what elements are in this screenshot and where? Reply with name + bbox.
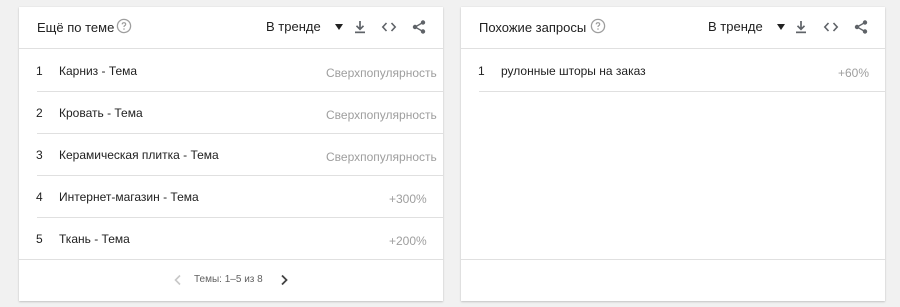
item-label: Керамическая плитка - Тема xyxy=(59,148,219,162)
pagination-label: Темы: 1–5 из 8 xyxy=(194,274,263,285)
list-item[interactable]: 2 Кровать - Тема Сверхпопулярность xyxy=(19,91,443,133)
trend-filter-dropdown[interactable]: В тренде xyxy=(266,19,343,34)
list-item[interactable]: 3 Керамическая плитка - Тема Сверхпопуля… xyxy=(19,133,443,175)
card-footer xyxy=(461,259,885,301)
download-icon[interactable] xyxy=(793,19,809,35)
help-icon[interactable] xyxy=(116,18,132,34)
item-value: +200% xyxy=(389,234,427,248)
trend-filter-dropdown[interactable]: В тренде xyxy=(708,19,785,34)
share-icon[interactable] xyxy=(411,19,427,35)
caret-down-icon xyxy=(776,23,785,30)
dropdown-label: В тренде xyxy=(266,19,321,34)
chevron-left-icon[interactable] xyxy=(171,273,185,287)
embed-icon[interactable] xyxy=(381,19,397,35)
card-header: Ещё по теме В тренде xyxy=(19,7,443,49)
item-rank: 5 xyxy=(36,232,43,246)
item-label: Интернет-магазин - Тема xyxy=(59,190,199,204)
card-footer: Темы: 1–5 из 8 xyxy=(19,259,443,301)
item-label: Карниз - Тема xyxy=(59,64,138,78)
caret-down-icon xyxy=(334,23,343,30)
item-value: Сверхпопулярность xyxy=(326,66,437,80)
item-rank: 4 xyxy=(36,190,43,204)
item-label: Ткань - Тема xyxy=(59,232,130,246)
card-title: Похожие запросы xyxy=(479,20,587,35)
download-icon[interactable] xyxy=(352,19,368,35)
dropdown-label: В тренде xyxy=(708,19,763,34)
row-divider xyxy=(479,91,885,92)
related-queries-card: Похожие запросы В тренде 1 рулонные штор… xyxy=(461,7,885,301)
item-label: рулонные шторы на заказ xyxy=(501,64,646,78)
item-value: +60% xyxy=(838,66,870,80)
item-value: Сверхпопулярность xyxy=(326,150,437,164)
card-header: Похожие запросы В тренде xyxy=(461,7,885,49)
item-value: +300% xyxy=(389,192,427,206)
share-icon[interactable] xyxy=(853,19,869,35)
item-rank: 2 xyxy=(36,106,43,120)
item-rank: 1 xyxy=(36,64,43,78)
item-rank: 1 xyxy=(478,64,485,78)
item-value: Сверхпопулярность xyxy=(326,108,437,122)
item-rank: 3 xyxy=(36,148,43,162)
list-item[interactable]: 1 рулонные шторы на заказ +60% xyxy=(461,49,885,91)
chevron-right-icon[interactable] xyxy=(277,273,291,287)
card-title: Ещё по теме xyxy=(37,20,115,35)
help-icon[interactable] xyxy=(590,18,606,34)
list-item[interactable]: 5 Ткань - Тема +200% xyxy=(19,217,443,259)
item-label: Кровать - Тема xyxy=(59,106,143,120)
list-item[interactable]: 4 Интернет-магазин - Тема +300% xyxy=(19,175,443,217)
related-topics-card: Ещё по теме В тренде 1 Карниз - Тема Све… xyxy=(19,7,443,301)
embed-icon[interactable] xyxy=(823,19,839,35)
list-item[interactable]: 1 Карниз - Тема Сверхпопулярность xyxy=(19,49,443,91)
